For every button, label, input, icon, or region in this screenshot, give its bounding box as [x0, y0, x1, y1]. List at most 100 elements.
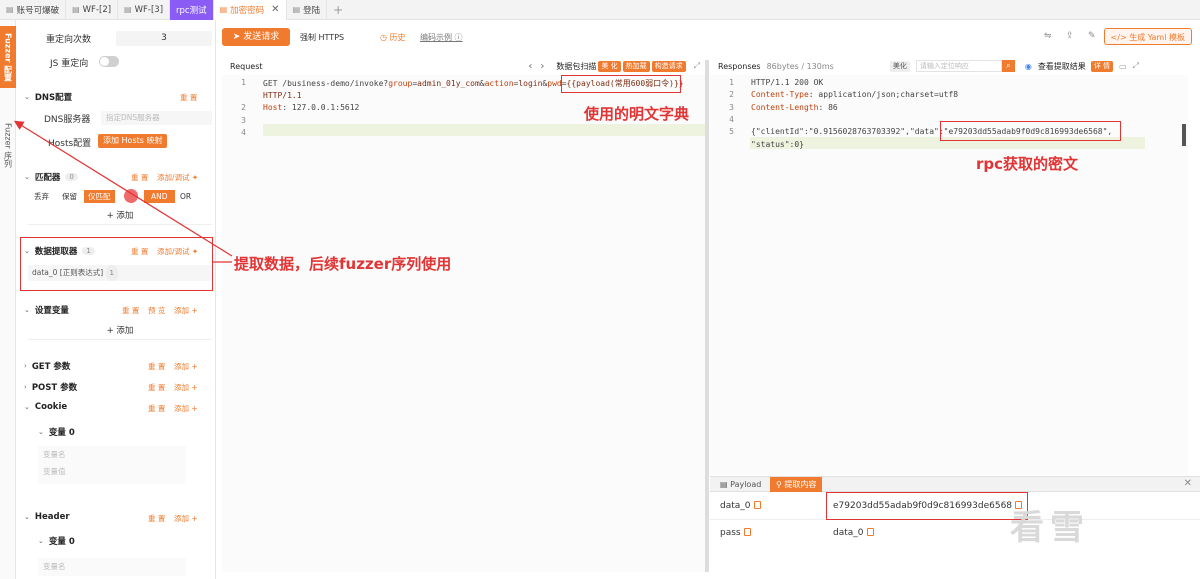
packet-scan-label[interactable]: 数据包扫描 [556, 61, 596, 72]
response-meta: 86bytes / 130ms [766, 61, 834, 71]
code-token: login [518, 79, 543, 88]
matcher-discard[interactable]: 丢弃 [30, 190, 53, 203]
code-token: Content-Length [751, 102, 819, 112]
request-editor[interactable] [222, 75, 705, 572]
code-line[interactable]: Host: 127.0.0.1:5612 [263, 103, 359, 112]
tab-1[interactable]: ▤ WF-[2] [66, 0, 119, 20]
history-button[interactable]: ◷ 历史 [380, 32, 406, 43]
close-icon[interactable]: ✕ [271, 4, 279, 15]
dns-reset-button[interactable]: 重 置 [180, 92, 197, 103]
cookie-add-button[interactable]: 添加 + [174, 403, 198, 414]
response-header: Responses 86bytes / 130ms 美化 请输入定位响应 ⌕ ◉… [718, 58, 1196, 74]
code-token: Host [263, 103, 283, 112]
header-section-header[interactable]: ⌄ Header [24, 512, 70, 522]
tab-0[interactable]: ▤ 账号可爆破 [0, 0, 67, 20]
browser-icon[interactable]: ◉ [1025, 62, 1032, 71]
add-tab-button[interactable]: + [327, 0, 349, 20]
line-number: 4 [729, 114, 734, 124]
export-icon[interactable]: ⇪ [1066, 31, 1074, 41]
dns-section-header[interactable]: ⌄ DNS配置 [24, 91, 72, 103]
tab-extract-content[interactable]: ⚲ 提取内容 [770, 477, 823, 492]
detail-button[interactable]: 详 情 [1090, 60, 1114, 72]
extract-value: data_0 [833, 528, 874, 538]
chevron-left-icon[interactable]: ‹ [528, 61, 532, 72]
logic-and[interactable]: AND [144, 190, 175, 203]
header-reset-button[interactable]: 重 置 [148, 513, 165, 524]
vars-reset-button[interactable]: 重 置 [122, 305, 139, 316]
matcher-section-header[interactable]: ⌄ 匹配器 0 [24, 171, 78, 183]
cookie-var0-header[interactable]: ⌄ 变量 0 [38, 426, 75, 438]
tab-2[interactable]: ▤ WF-[3] [118, 0, 171, 20]
fullscreen-icon[interactable]: ⤢ [694, 61, 700, 71]
header-var-name-input[interactable]: 变量名 [38, 558, 186, 576]
response-scrollbar[interactable] [1182, 124, 1186, 146]
js-redirect-toggle[interactable] [99, 56, 119, 67]
chevron-down-icon: ⌄ [24, 513, 30, 521]
redirect-count-input[interactable]: 3 [116, 31, 212, 46]
get-params-header[interactable]: › GET 参数 [24, 360, 70, 372]
code-line[interactable]: HTTP/1.1 [263, 91, 302, 100]
matcher-keep[interactable]: 保留 [58, 190, 81, 203]
get-add-button[interactable]: 添加 + [174, 361, 198, 372]
tab-fuzzer-sequence[interactable]: Fuzzer 序列 [0, 115, 16, 175]
beautify-button[interactable]: 美 化 [598, 60, 621, 72]
matcher-add-row[interactable]: + 添加 [28, 209, 212, 225]
header-var0-header[interactable]: ⌄ 变量 0 [38, 535, 75, 547]
extract-icon: ⚲ [776, 480, 782, 489]
cookie-reset-button[interactable]: 重 置 [148, 403, 165, 414]
cookie-header[interactable]: ⌄ Cookie [24, 402, 67, 412]
add-hosts-button[interactable]: 添加 Hosts 映射 [98, 134, 168, 148]
copy-icon[interactable] [753, 501, 761, 509]
tab-fuzzer-config[interactable]: Fuzzer 配置 [0, 26, 16, 88]
copy-icon[interactable] [866, 528, 874, 536]
edit-icon[interactable]: ✎ [1088, 31, 1096, 41]
chevron-down-icon: ⌄ [24, 173, 30, 181]
post-add-button[interactable]: 添加 + [174, 382, 198, 393]
close-icon[interactable]: ✕ [1184, 478, 1192, 489]
code-line[interactable]: HTTP/1.1 200 OK [751, 78, 823, 87]
cookie-var-name-input[interactable]: 变量名 [38, 446, 186, 464]
code-line[interactable]: Content-Length: 86 [751, 103, 838, 112]
dns-server-input[interactable]: 指定DNS服务器 [101, 111, 212, 125]
cipher-highlight-box [940, 121, 1121, 141]
matcher-reset-button[interactable]: 重 置 [131, 172, 148, 183]
code-line[interactable]: "status":0} [751, 140, 804, 149]
tab-payload[interactable]: ▤ Payload [714, 477, 767, 492]
send-request-button[interactable]: ➤ 发送请求 [222, 28, 290, 46]
chat-icon[interactable]: ▭ [1119, 62, 1127, 71]
hot-reload-button[interactable]: 热加载 [622, 60, 650, 72]
vars-add-button[interactable]: 添加 + [174, 305, 198, 316]
generate-yaml-button[interactable]: </> 生成 Yaml 模板 [1103, 28, 1192, 45]
tab-3[interactable]: rpc测试 [170, 0, 214, 20]
copy-icon[interactable] [743, 528, 751, 536]
header-add-button[interactable]: 添加 + [174, 513, 198, 524]
fullscreen-icon[interactable]: ⤢ [1133, 61, 1139, 71]
code-token: Content-Type [751, 90, 809, 100]
view-extract-result[interactable]: 查看提取结果 [1038, 61, 1086, 72]
pane-divider[interactable] [705, 60, 709, 572]
code-line[interactable]: Content-Type: application/json;charset=u… [751, 90, 958, 99]
clock-icon: ◷ [380, 33, 387, 42]
force-https-toggle[interactable]: 强制 HTTPS [300, 32, 344, 43]
get-reset-button[interactable]: 重 置 [148, 361, 165, 372]
vars-preview-button[interactable]: 预 览 [148, 305, 165, 316]
vars-section-header[interactable]: ⌄ 设置变量 [24, 304, 69, 316]
cookie-var-value-input[interactable]: 变量值 [38, 464, 186, 484]
chevron-down-icon: ⌄ [38, 537, 44, 545]
matcher-only-match[interactable]: 仅匹配 [84, 190, 115, 203]
vars-add-row[interactable]: + 添加 [28, 324, 212, 340]
post-params-header[interactable]: › POST 参数 [24, 381, 77, 393]
logic-or[interactable]: OR [176, 190, 195, 203]
tab-4[interactable]: ▤ 加密密码 ✕ [213, 0, 287, 20]
response-search-input[interactable]: 请输入定位响应 [915, 60, 1002, 72]
search-icon[interactable]: ⌕ [1001, 60, 1015, 72]
share-icon[interactable]: ⇋ [1044, 31, 1052, 41]
build-request-button[interactable]: 构造请求 [651, 60, 686, 72]
color-picker[interactable] [124, 189, 138, 203]
encode-example-link[interactable]: 编码示例 ⓘ [420, 32, 463, 43]
tab-5[interactable]: ▤ 登陆 [287, 0, 328, 20]
chevron-right-icon[interactable]: › [540, 61, 544, 72]
matcher-add-button[interactable]: 添加/调试 ✦ [157, 172, 198, 183]
response-beautify-button[interactable]: 美化 [889, 60, 910, 72]
post-reset-button[interactable]: 重 置 [148, 382, 165, 393]
